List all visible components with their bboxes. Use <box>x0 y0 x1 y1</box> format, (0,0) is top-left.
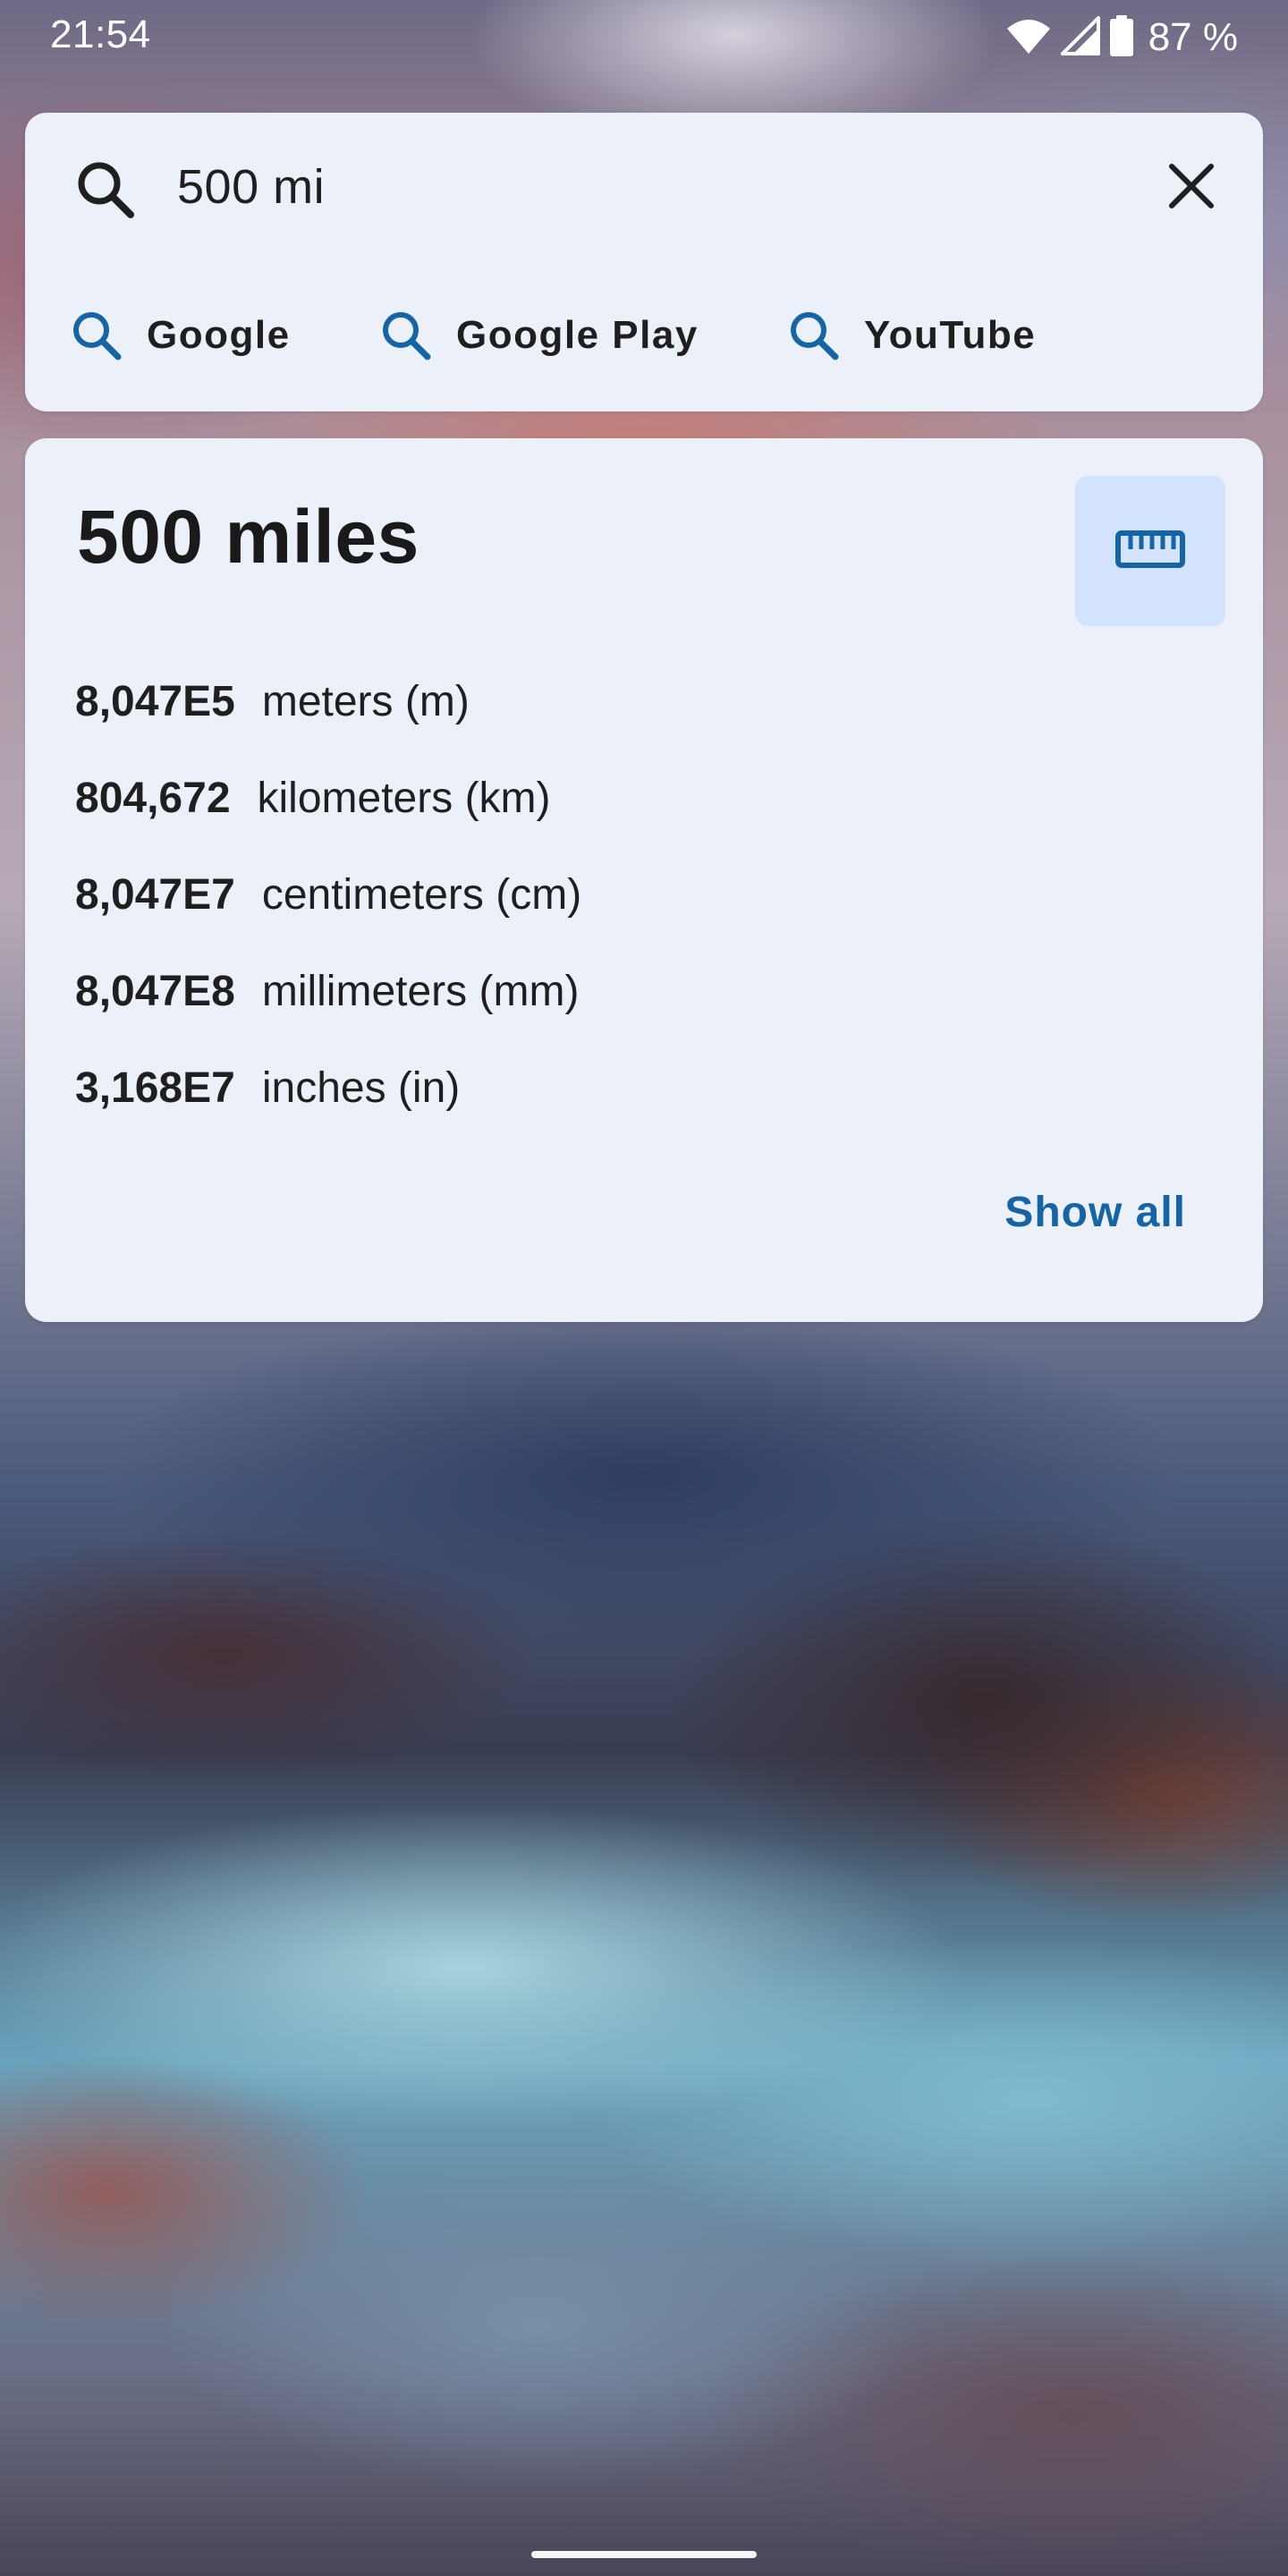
show-all-button[interactable]: Show all <box>1004 1188 1186 1237</box>
search-icon <box>66 305 127 366</box>
status-bar: 21:54 87 % <box>0 0 1288 75</box>
conversion-list: 8,047E5 meters (m) 804,672 kilometers (k… <box>75 653 1059 1136</box>
search-provider-google-play[interactable]: Google Play <box>376 295 699 376</box>
status-icons: 87 % <box>1005 14 1238 61</box>
unit-conversion-card[interactable]: 500 miles 8,047E5 meters (m) 804,672 kil… <box>25 438 1263 1322</box>
clear-search-button[interactable] <box>1156 152 1227 224</box>
gesture-navigation-handle[interactable] <box>531 2551 757 2558</box>
ruler-icon <box>1114 528 1186 575</box>
search-icon <box>376 305 436 366</box>
battery-icon <box>1109 14 1134 61</box>
conversion-value: 8,047E5 <box>75 677 235 725</box>
conversion-row: 8,047E8 millimeters (mm) <box>75 943 1059 1039</box>
conversion-title: 500 miles <box>77 495 419 579</box>
conversion-unit: meters (m) <box>261 677 470 725</box>
cellular-signal-icon <box>1060 15 1100 60</box>
search-icon <box>70 154 141 225</box>
provider-label: YouTube <box>864 313 1037 357</box>
conversion-value: 8,047E8 <box>75 967 235 1015</box>
search-icon <box>784 305 844 366</box>
search-provider-google[interactable]: Google <box>66 295 291 376</box>
conversion-row: 8,047E7 centimeters (cm) <box>75 846 1059 943</box>
status-time: 21:54 <box>50 13 151 56</box>
conversion-unit: kilometers (km) <box>257 774 551 822</box>
search-provider-youtube[interactable]: YouTube <box>784 295 1036 376</box>
conversion-unit: centimeters (cm) <box>261 870 582 919</box>
conversion-value: 8,047E7 <box>75 870 235 919</box>
provider-label: Google Play <box>456 313 699 357</box>
unit-converter-button[interactable] <box>1075 476 1225 626</box>
conversion-value: 804,672 <box>75 774 231 822</box>
conversion-value: 3,168E7 <box>75 1063 235 1112</box>
conversion-row: 3,168E7 inches (in) <box>75 1039 1059 1136</box>
conversion-row: 8,047E5 meters (m) <box>75 653 1059 750</box>
close-icon <box>1166 161 1216 216</box>
conversion-unit: inches (in) <box>261 1063 461 1112</box>
wifi-icon <box>1005 16 1052 60</box>
conversion-unit: millimeters (mm) <box>261 967 580 1015</box>
search-input[interactable]: 500 mi <box>177 159 325 215</box>
provider-label: Google <box>147 313 291 357</box>
battery-percentage: 87 % <box>1148 15 1238 59</box>
conversion-row: 804,672 kilometers (km) <box>75 750 1059 846</box>
